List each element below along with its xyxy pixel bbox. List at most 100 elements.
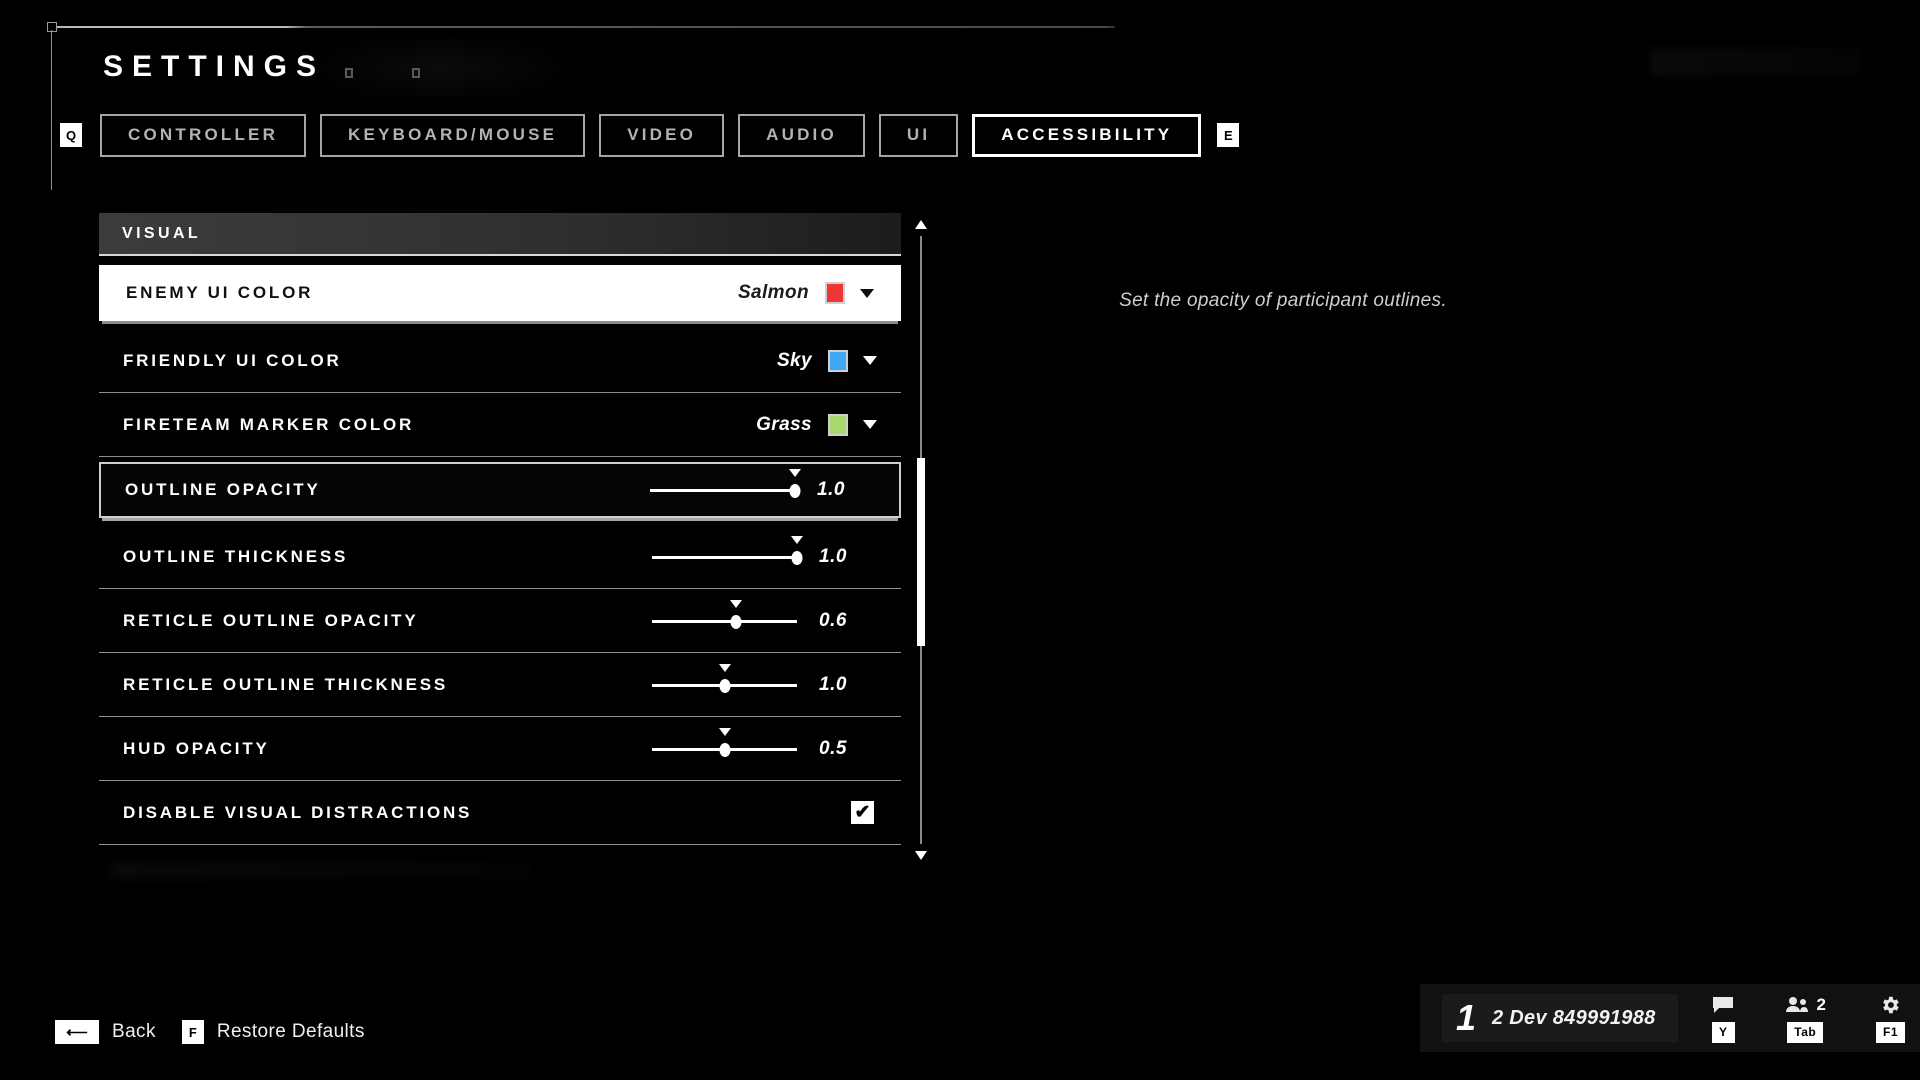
scroll-up-arrow-icon[interactable] — [915, 220, 927, 229]
restore-defaults-label: Restore Defaults — [216, 1021, 365, 1042]
settings-row[interactable]: FRIENDLY UI COLOR Sky — [99, 329, 901, 393]
chat-action[interactable]: Y — [1712, 994, 1735, 1043]
title-decoration-dot-2 — [412, 68, 420, 78]
slider-knob[interactable] — [730, 614, 742, 629]
list-fade-decoration — [110, 862, 530, 878]
prev-tab-key-hint[interactable]: Q — [60, 123, 82, 147]
roster-key-badge: Tab — [1787, 1021, 1824, 1043]
slider-track[interactable] — [650, 489, 795, 492]
tab-accessibility[interactable]: ACCESSIBILITY — [972, 113, 1202, 157]
settings-row-label: FRIENDLY UI COLOR — [123, 350, 342, 370]
slider-track[interactable] — [652, 555, 797, 559]
player-identity[interactable]: 1 2 Dev 849991988 — [1442, 994, 1678, 1042]
settings-row-label: OUTLINE THICKNESS — [123, 546, 349, 566]
slider-default-marker-icon — [730, 599, 743, 608]
players-icon: 2 — [1785, 994, 1826, 1016]
back-button[interactable]: ⟵ Back — [55, 1020, 156, 1044]
setting-description: Set the opacity of participant outlines. — [1119, 290, 1447, 311]
slider-value-label: 0.6 — [819, 609, 847, 631]
frame-top-line — [52, 26, 1115, 28]
color-swatch — [828, 413, 848, 436]
footer-actions: ⟵ Back F Restore Defaults — [55, 1020, 365, 1044]
settings-row-control[interactable]: 1.0 — [652, 663, 877, 700]
title-glow — [300, 30, 580, 106]
slider[interactable] — [650, 469, 801, 505]
settings-row[interactable]: FIRETEAM MARKER COLOR Grass — [99, 393, 901, 457]
tab-ui[interactable]: UI — [878, 113, 959, 157]
slider[interactable] — [652, 727, 797, 764]
settings-tabbar: Q CONTROLLER KEYBOARD/MOUSE VIDEO AUDIO UI AC… — [60, 113, 1240, 157]
settings-row[interactable]: OUTLINE THICKNESS 1.0 — [99, 525, 901, 589]
settings-row[interactable]: HUD OPACITY 0.5 — [99, 717, 901, 781]
frame-corner-marker — [47, 22, 57, 32]
color-value-label: Sky — [776, 349, 812, 371]
title-decoration-dot-1 — [345, 68, 353, 78]
slider[interactable] — [652, 663, 797, 700]
slider-knob[interactable] — [719, 678, 730, 693]
settings-action[interactable]: F1 — [1875, 994, 1905, 1043]
settings-row-control[interactable]: ✔ — [851, 801, 877, 824]
restore-defaults-button[interactable]: F Restore Defaults — [181, 1020, 365, 1044]
settings-row[interactable]: ENEMY UI COLOR Salmon — [99, 265, 901, 321]
gear-icon — [1879, 994, 1901, 1016]
checkbox[interactable]: ✔ — [851, 801, 874, 824]
tab-controller[interactable]: CONTROLLER — [100, 113, 307, 157]
chevron-down-icon[interactable] — [863, 420, 877, 429]
section-header-visual: VISUAL — [99, 213, 901, 256]
tab-audio[interactable]: AUDIO — [738, 113, 865, 157]
settings-row-label: OUTLINE OPACITY — [125, 480, 321, 499]
slider-default-marker-icon — [789, 469, 801, 477]
slider-value-label: 1.0 — [819, 673, 847, 695]
slider-knob[interactable] — [789, 484, 801, 498]
chevron-down-icon[interactable] — [863, 356, 877, 365]
slider-track[interactable] — [652, 619, 797, 623]
color-value-label: Salmon — [737, 282, 809, 303]
slider-default-marker-icon — [718, 663, 731, 672]
settings-row-label: RETICLE OUTLINE OPACITY — [123, 610, 419, 630]
page-title: SETTINGS — [103, 50, 326, 83]
settings-row-control[interactable]: 0.6 — [652, 599, 877, 636]
frame-left-line — [51, 30, 52, 190]
slider-value-label: 0.5 — [819, 737, 847, 759]
back-label: Back — [112, 1021, 156, 1042]
settings-row-control[interactable]: Salmon — [738, 282, 874, 304]
color-swatch — [825, 282, 845, 304]
slider-default-marker-icon — [791, 535, 803, 544]
tab-keyboard-mouse[interactable]: KEYBOARD/MOUSE — [320, 113, 586, 157]
settings-row-label: FIRETEAM MARKER COLOR — [123, 414, 415, 434]
settings-row-control[interactable]: 1.0 — [652, 535, 877, 572]
settings-row-label: HUD OPACITY — [123, 738, 270, 758]
settings-row-control[interactable]: Sky — [776, 349, 877, 372]
settings-row-control[interactable]: 1.0 — [650, 469, 875, 505]
settings-row[interactable]: OUTLINE OPACITY 1.0 — [99, 462, 901, 518]
slider-knob[interactable] — [719, 742, 730, 757]
settings-row[interactable]: DISABLE VISUAL DISTRACTIONS ✔ — [99, 781, 901, 845]
scrollbar-thumb[interactable] — [917, 458, 925, 646]
slider[interactable] — [652, 599, 797, 636]
tab-list: CONTROLLER KEYBOARD/MOUSE VIDEO AUDIO UI ACCE… — [100, 113, 1202, 157]
color-swatch — [828, 349, 848, 372]
settings-row[interactable]: RETICLE OUTLINE OPACITY 0.6 — [99, 589, 901, 653]
chevron-down-icon[interactable] — [860, 288, 874, 298]
header-ghost-decoration — [1650, 48, 1860, 76]
roster-count: 2 — [1816, 994, 1826, 1014]
player-rank: 1 — [1456, 997, 1477, 1038]
settings-scrollbar[interactable] — [915, 220, 927, 860]
slider-value-label: 1.0 — [817, 479, 845, 500]
settings-row[interactable]: RETICLE OUTLINE THICKNESS 1.0 — [99, 653, 901, 717]
settings-row-control[interactable]: 0.5 — [652, 727, 877, 764]
scroll-down-arrow-icon[interactable] — [915, 851, 927, 860]
settings-screen: SETTINGS Q CONTROLLER KEYBOARD/MOUSE VIDEO… — [0, 0, 1920, 1080]
slider-default-marker-icon — [718, 727, 731, 736]
player-card: 1 2 Dev 849991988 Y 2 Tab F1 — [1420, 984, 1920, 1052]
next-tab-key-hint[interactable]: E — [1217, 123, 1240, 147]
slider[interactable] — [652, 535, 803, 572]
settings-row-control[interactable]: Grass — [756, 413, 877, 436]
restore-key-badge: F — [181, 1020, 204, 1044]
roster-action[interactable]: 2 Tab — [1785, 994, 1826, 1043]
tab-video[interactable]: VIDEO — [599, 113, 725, 157]
settings-row-label: ENEMY UI COLOR — [126, 283, 314, 302]
chat-icon — [1712, 994, 1734, 1016]
color-value-label: Grass — [756, 413, 812, 435]
slider-knob[interactable] — [791, 550, 803, 565]
